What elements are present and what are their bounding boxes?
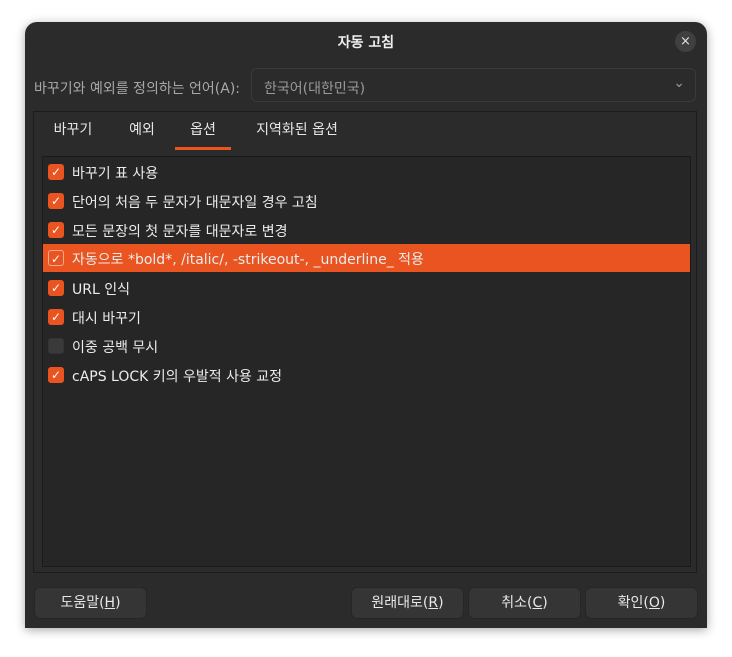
checkbox[interactable]: ✓ bbox=[48, 309, 64, 325]
tab-replace[interactable]: 바꾸기 bbox=[48, 112, 98, 150]
option-label: 대시 바꾸기 bbox=[72, 311, 141, 327]
option-label: URL 인식 bbox=[72, 282, 130, 298]
option-correct-two-initial-capitals[interactable]: ✓ 단어의 처음 두 문자가 대문자일 경우 고침 bbox=[43, 187, 690, 215]
checkbox[interactable]: ✓ bbox=[48, 250, 64, 266]
option-label: 자동으로 *bold*, /italic/, -strikeout-, _und… bbox=[72, 252, 424, 268]
option-use-replacement-table[interactable]: ✓ 바꾸기 표 사용 bbox=[43, 158, 690, 186]
option-correct-caps-lock[interactable]: ✓ cAPS LOCK 키의 우발적 사용 교정 bbox=[43, 361, 690, 389]
option-label: 단어의 처음 두 문자가 대문자일 경우 고침 bbox=[72, 195, 318, 211]
option-url-recognition[interactable]: ✓ URL 인식 bbox=[43, 274, 690, 302]
reset-button[interactable]: 원래대로(R) bbox=[351, 587, 464, 619]
tab-bar: 바꾸기 예외 옵션 지역화된 옵션 bbox=[34, 112, 696, 150]
language-label: 바꾸기와 예외를 정의하는 언어(A): bbox=[34, 81, 241, 97]
close-icon[interactable]: × bbox=[675, 31, 696, 52]
checkbox[interactable]: ✓ bbox=[48, 222, 64, 238]
options-notebook: 바꾸기 예외 옵션 지역화된 옵션 ✓ 바꾸기 표 사용 ✓ 단어의 처음 두 … bbox=[33, 111, 697, 573]
tab-localized-options[interactable]: 지역화된 옵션 bbox=[250, 112, 344, 150]
title-bar: 자동 고침 × bbox=[25, 22, 707, 62]
cancel-button[interactable]: 취소(C) bbox=[468, 587, 581, 619]
option-label: 모든 문장의 첫 문자를 대문자로 변경 bbox=[72, 224, 288, 240]
option-label: 이중 공백 무시 bbox=[72, 340, 159, 356]
option-label: 바꾸기 표 사용 bbox=[72, 166, 159, 182]
tab-exceptions[interactable]: 예외 bbox=[122, 112, 162, 150]
dialog-title: 자동 고침 bbox=[337, 35, 395, 51]
checkbox[interactable]: ✓ bbox=[48, 280, 64, 296]
autocorrect-dialog: 자동 고침 × 바꾸기와 예외를 정의하는 언어(A): 한국어(대한민국) ⌄… bbox=[25, 22, 707, 628]
option-label: cAPS LOCK 키의 우발적 사용 교정 bbox=[72, 369, 283, 385]
option-ignore-double-spaces[interactable]: 이중 공백 무시 bbox=[43, 332, 690, 360]
checkbox[interactable]: ✓ bbox=[48, 164, 64, 180]
checkbox[interactable]: ✓ bbox=[48, 193, 64, 209]
tab-options[interactable]: 옵션 bbox=[175, 112, 231, 150]
option-auto-format-bold-italic[interactable]: ✓ 자동으로 *bold*, /italic/, -strikeout-, _u… bbox=[43, 244, 690, 272]
checkbox[interactable]: ✓ bbox=[48, 367, 64, 383]
checkbox[interactable] bbox=[48, 338, 64, 354]
ok-button[interactable]: 확인(O) bbox=[585, 587, 698, 619]
language-selected-value: 한국어(대한민국) bbox=[264, 81, 366, 97]
options-list: ✓ 바꾸기 표 사용 ✓ 단어의 처음 두 문자가 대문자일 경우 고침 ✓ 모… bbox=[42, 156, 691, 567]
option-capitalize-first-letter[interactable]: ✓ 모든 문장의 첫 문자를 대문자로 변경 bbox=[43, 216, 690, 244]
chevron-down-icon: ⌄ bbox=[673, 75, 685, 91]
help-button[interactable]: 도움말(H) bbox=[34, 587, 147, 619]
option-replace-dashes[interactable]: ✓ 대시 바꾸기 bbox=[43, 303, 690, 331]
language-select[interactable]: 한국어(대한민국) ⌄ bbox=[251, 68, 696, 102]
